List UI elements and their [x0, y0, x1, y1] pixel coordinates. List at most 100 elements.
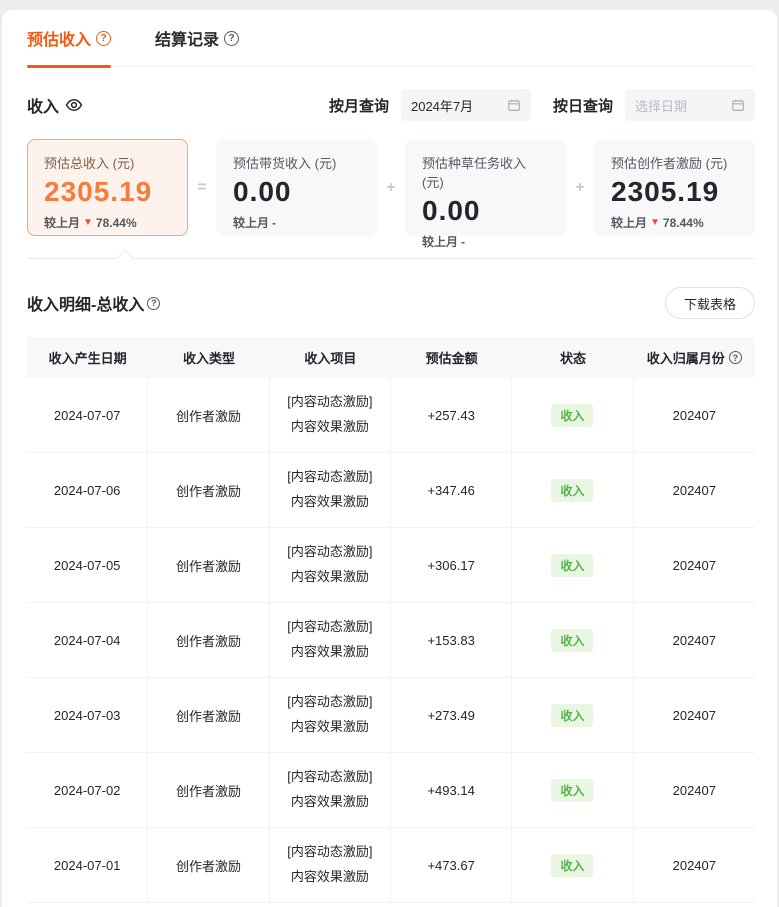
cell-project: [内容动态激励] 内容效果激励 [270, 678, 391, 752]
project-line2: 内容效果激励 [291, 794, 369, 809]
cell-project: [内容动态激励]内容效果激励 [270, 528, 391, 602]
compare-delta: - [272, 216, 276, 230]
table-row: 2024-07-03 创作者激励 [内容动态激励]内容效果激励 +273.49 … [27, 678, 755, 753]
cell-status: 收入 [512, 453, 633, 527]
project-line1: [内容动态激励] [287, 394, 372, 409]
project-line2: 内容效果激励 [291, 719, 369, 734]
project-line2: 内容效果激励 [291, 569, 369, 584]
header-amount: 预估金额 [391, 337, 512, 378]
header-month-label: 收入归属月份 [647, 348, 725, 367]
cell-date: 2024-07-04 [27, 603, 148, 677]
card-label: 预估种草任务收入 (元) [422, 153, 549, 191]
cell-type: 创作者激励 [148, 528, 269, 602]
table-row: 2024-07-05 创作者激励 [内容动态激励]内容效果激励 +306.17 … [27, 528, 755, 603]
month-query-label: 按月查询 [329, 95, 389, 116]
divider-notch [117, 250, 134, 267]
help-icon[interactable] [147, 297, 160, 310]
section-divider [27, 258, 755, 259]
card-compare: 较上月 - [233, 214, 360, 231]
card-total-income[interactable]: 预估总收入 (元) 2305.19 较上月 78.44% [27, 139, 188, 236]
project-line1: [内容动态激励] [287, 769, 372, 784]
card-task-income[interactable]: 预估种草任务收入 (元) 0.00 较上月 - [405, 139, 566, 236]
tab-settlement-records[interactable]: 结算记录 [155, 10, 239, 66]
compare-label: 较上月 [44, 214, 80, 231]
card-compare: 较上月 78.44% [611, 214, 738, 231]
cell-status: 收入 [512, 603, 633, 677]
tab-settlement-records-label: 结算记录 [155, 26, 219, 50]
cell-type: 创作者激励 [148, 453, 269, 527]
month-picker-input[interactable]: 2024年7月 [401, 89, 531, 121]
card-value: 0.00 [233, 176, 360, 208]
header-type: 收入类型 [148, 337, 269, 378]
project-line1: [内容动态激励] [287, 619, 372, 634]
project-line1: [内容动态激励] [287, 694, 372, 709]
cell-amount: +273.49 [391, 678, 512, 752]
table-row: 2024-07-02 创作者激励 [内容动态激励]内容效果激励 +493.14 … [27, 753, 755, 828]
tab-estimated-income[interactable]: 预估收入 [27, 10, 111, 66]
cell-status: 收入 [512, 678, 633, 752]
help-icon[interactable] [224, 31, 239, 46]
card-label: 预估总收入 (元) [44, 153, 171, 172]
cell-project: [内容动态激励]内容效果激励 [270, 828, 391, 902]
status-badge: 收入 [551, 779, 593, 802]
status-badge: 收入 [551, 629, 593, 652]
cell-project: [内容动态激励] 内容效果激励 [270, 378, 391, 452]
cell-date: 2024-07-06 [27, 453, 148, 527]
detail-section-title: 收入明细-总收入 [27, 291, 160, 315]
help-icon[interactable] [729, 351, 742, 364]
cell-month: 202407 [634, 603, 755, 677]
month-picker-value: 2024年7月 [411, 96, 507, 115]
cell-month: 202407 [634, 453, 755, 527]
cell-date: 2024-07-02 [27, 753, 148, 827]
compare-label: 较上月 [611, 214, 647, 231]
stat-cards-row: 预估总收入 (元) 2305.19 较上月 78.44% = 预估带货收入 (元… [27, 139, 755, 236]
project-line2: 内容效果激励 [291, 419, 369, 434]
card-creator-incentive[interactable]: 预估创作者激励 (元) 2305.19 较上月 78.44% [594, 139, 755, 236]
card-compare: 较上月 - [422, 233, 549, 250]
filter-row: 收入 按月查询 2024年7月 按日查询 选择日期 [27, 89, 755, 121]
download-table-button[interactable]: 下载表格 [665, 287, 755, 319]
project-line2: 内容效果激励 [291, 494, 369, 509]
cell-month: 202407 [634, 378, 755, 452]
eye-icon[interactable] [65, 96, 83, 114]
cell-amount: +347.46 [391, 453, 512, 527]
compare-delta: 78.44% [96, 216, 137, 230]
table-row: 2024-07-07 创作者激励 [内容动态激励]内容效果激励 +257.43 … [27, 378, 755, 453]
day-picker-placeholder: 选择日期 [635, 96, 731, 115]
down-triangle-icon [650, 217, 660, 228]
cell-type: 创作者激励 [148, 828, 269, 902]
down-triangle-icon [83, 217, 93, 228]
compare-delta: - [461, 235, 465, 249]
income-heading-label: 收入 [27, 93, 59, 117]
tab-bar: 预估收入 结算记录 [27, 10, 755, 67]
download-table-button-label: 下载表格 [684, 294, 736, 313]
compare-label: 较上月 [422, 233, 458, 250]
cell-type: 创作者激励 [148, 753, 269, 827]
status-badge: 收入 [551, 554, 593, 577]
day-picker-input[interactable]: 选择日期 [625, 89, 755, 121]
card-compare: 较上月 78.44% [44, 214, 171, 231]
cell-status: 收入 [512, 528, 633, 602]
card-value: 0.00 [422, 195, 549, 227]
cell-status: 收入 [512, 753, 633, 827]
compare-delta: 78.44% [663, 216, 704, 230]
card-value: 2305.19 [611, 176, 738, 208]
card-goods-income[interactable]: 预估带货收入 (元) 0.00 较上月 - [216, 139, 377, 236]
status-badge: 收入 [551, 404, 593, 427]
cell-amount: +473.67 [391, 828, 512, 902]
cell-month: 202407 [634, 828, 755, 902]
calendar-icon [731, 98, 745, 112]
cell-status: 收入 [512, 378, 633, 452]
cell-month: 202407 [634, 528, 755, 602]
cell-month: 202407 [634, 678, 755, 752]
cell-amount: +493.14 [391, 753, 512, 827]
card-label: 预估创作者激励 (元) [611, 153, 738, 172]
status-badge: 收入 [551, 479, 593, 502]
header-date: 收入产生日期 [27, 337, 148, 378]
detail-section-title-label: 收入明细-总收入 [27, 291, 144, 315]
cell-type: 创作者激励 [148, 378, 269, 452]
cell-type: 创作者激励 [148, 603, 269, 677]
table-row: 2024-07-04 创作者激励 [内容动态激励]内容效果激励 +153.83 … [27, 603, 755, 678]
help-icon[interactable] [96, 31, 111, 46]
table-header-row: 收入产生日期 收入类型 收入项目 预估金额 状态 收入归属月份 [27, 337, 755, 378]
